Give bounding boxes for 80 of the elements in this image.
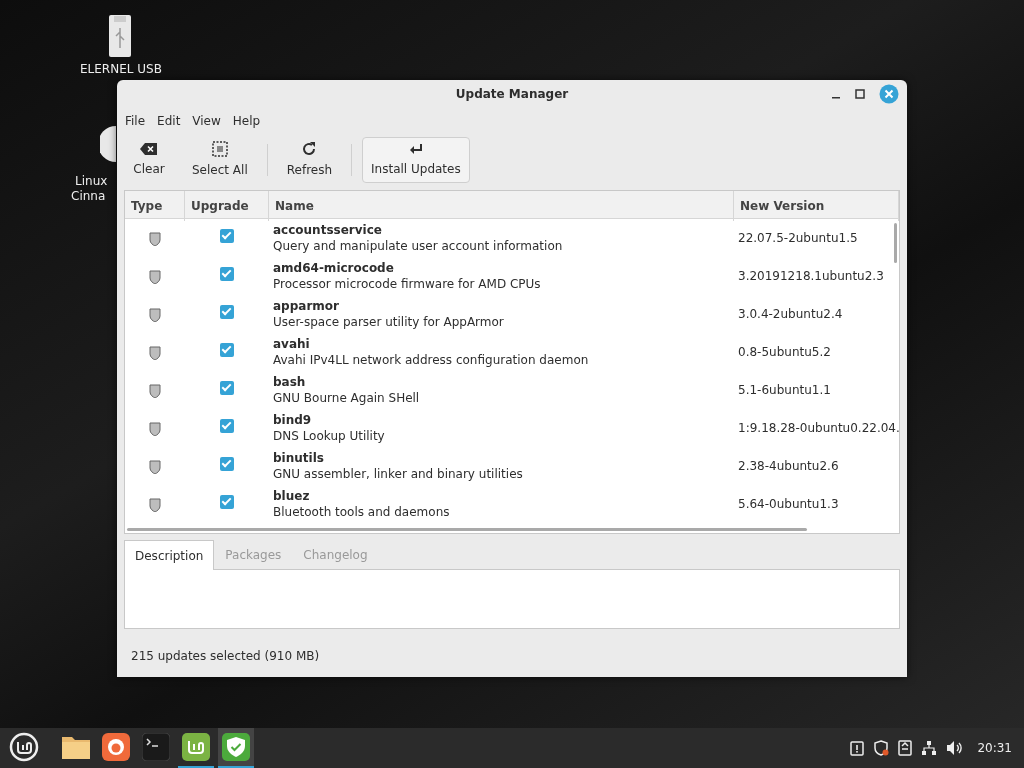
shield-icon <box>149 269 161 284</box>
package-name: accountsservice <box>273 222 382 238</box>
usb-drive-icon[interactable] <box>108 14 132 58</box>
checkbox[interactable] <box>220 228 234 243</box>
clock[interactable]: 20:31 <box>973 739 1012 757</box>
shield-icon <box>149 383 161 398</box>
document-icon[interactable] <box>898 740 913 756</box>
desktop-icon-label: Linux <box>74 174 108 189</box>
version-text: 22.07.5-2ubuntu1.5 <box>737 231 858 245</box>
package-description: GNU assembler, linker and binary utilities <box>273 465 523 482</box>
package-description: Avahi IPv4LL network address configuration daemon <box>273 351 589 368</box>
column-header[interactable]: Upgrade <box>185 191 269 221</box>
shield-icon <box>149 307 161 322</box>
package-name: bash <box>273 374 306 390</box>
version-text: 5.1-6ubuntu1.1 <box>737 383 831 397</box>
return-arrow-icon <box>408 142 423 156</box>
shield-icon[interactable] <box>873 740 890 756</box>
package-description: DNS Lookup Utility <box>273 427 385 444</box>
tab[interactable]: Description <box>124 540 215 570</box>
menu-item[interactable]: View <box>186 112 227 130</box>
shield-icon <box>149 345 161 360</box>
toolbar-button[interactable]: Clear <box>119 137 179 183</box>
checkbox[interactable] <box>220 342 234 357</box>
package-name: apparmor <box>273 298 339 314</box>
checkbox[interactable] <box>220 266 234 281</box>
checkbox[interactable] <box>220 494 234 509</box>
toolbar-button[interactable]: Install Updates <box>362 137 470 183</box>
desktop-icon-label: Cinna <box>70 189 106 204</box>
clipboard-icon[interactable] <box>850 740 865 756</box>
package-description: User-space parser utility for AppArmor <box>273 313 504 330</box>
menu-item[interactable]: Help <box>226 112 267 130</box>
package-name: bluez <box>273 488 310 504</box>
desktop-icon-label: ELERNEL USB <box>79 62 162 77</box>
checkbox[interactable] <box>220 418 234 433</box>
shield-icon <box>149 231 161 246</box>
package-name: avahi <box>273 336 310 352</box>
refresh-icon <box>301 141 318 157</box>
volume-icon[interactable] <box>946 740 965 756</box>
scrollbar[interactable] <box>894 223 897 263</box>
column-header[interactable]: Type <box>125 191 185 221</box>
toolbar-button[interactable]: Select All <box>183 136 257 184</box>
package-description: Bluetooth tools and daemons <box>273 503 450 520</box>
package-name: bind9 <box>273 412 312 428</box>
mint-logo-icon <box>9 732 39 762</box>
status-text: 215 updates selected (910 MB) <box>131 649 320 663</box>
backspace-icon <box>140 142 158 156</box>
column-header[interactable]: New Version <box>734 191 899 221</box>
browser-icon <box>102 733 130 761</box>
taskbar-button[interactable] <box>218 728 254 768</box>
select-all-icon <box>211 141 228 157</box>
folder-icon <box>61 734 91 760</box>
column-header[interactable]: Name <box>269 191 734 221</box>
terminal-icon <box>142 733 170 761</box>
menu-item[interactable]: Edit <box>151 112 187 130</box>
version-text: 5.64-0ubuntu1.3 <box>737 497 839 511</box>
version-text: 0.8-5ubuntu5.2 <box>737 345 831 359</box>
shield-icon <box>222 733 250 761</box>
window-title: Update Manager <box>455 86 569 103</box>
close-icon[interactable] <box>879 84 899 104</box>
maximize-icon[interactable] <box>855 89 865 99</box>
network-icon[interactable] <box>921 740 938 756</box>
package-description: GNU Bourne Again SHell <box>273 389 420 406</box>
mint-logo-icon <box>182 733 210 761</box>
package-name: binutils <box>273 450 324 466</box>
checkbox[interactable] <box>220 380 234 395</box>
shield-icon <box>149 497 161 512</box>
package-description: Query and manipulate user account information <box>273 237 563 254</box>
version-text: 1:9.18.28-0ubuntu0.22.04. <box>737 421 899 435</box>
scrollbar[interactable] <box>127 528 807 531</box>
package-name: amd64-microcode <box>273 260 394 276</box>
toolbar-button[interactable]: Refresh <box>277 136 342 184</box>
shield-icon <box>149 421 161 436</box>
version-text: 2.38-4ubuntu2.6 <box>737 459 839 473</box>
version-text: 3.0.4-2ubuntu2.4 <box>737 307 843 321</box>
checkbox[interactable] <box>220 456 234 471</box>
package-description: Processor microcode firmware for AMD CPUs <box>273 275 541 292</box>
shield-icon <box>149 459 161 474</box>
checkbox[interactable] <box>220 304 234 319</box>
version-text: 3.20191218.1ubuntu2.3 <box>737 269 884 283</box>
menu-item[interactable]: File <box>119 112 152 130</box>
